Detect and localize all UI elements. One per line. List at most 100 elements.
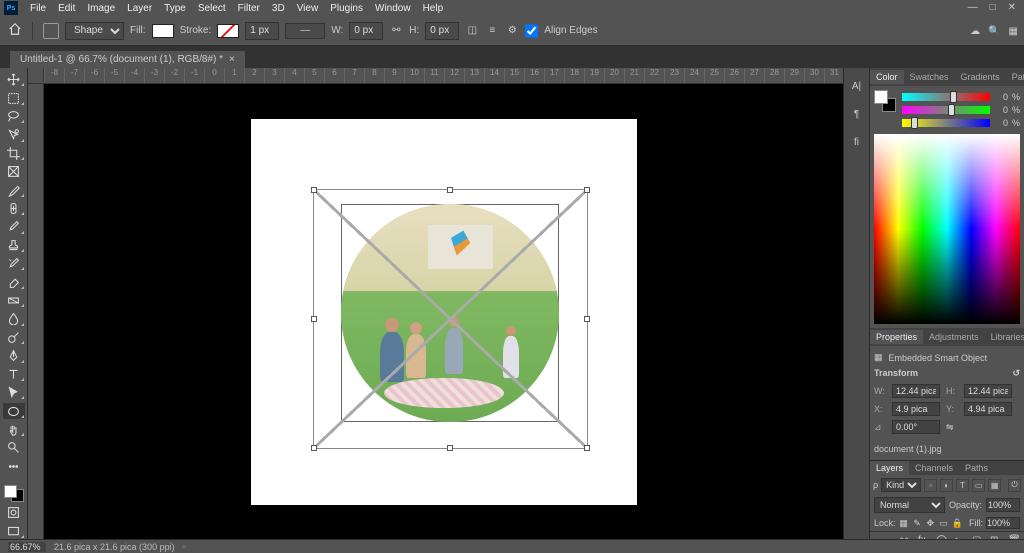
pen-tool[interactable] — [3, 348, 25, 363]
transform-handle-se[interactable] — [584, 445, 590, 451]
edit-toolbar-icon[interactable] — [3, 459, 25, 474]
vertical-ruler[interactable] — [28, 84, 44, 539]
marquee-tool[interactable] — [3, 90, 25, 105]
menu-filter[interactable]: Filter — [232, 3, 266, 14]
horizontal-ruler[interactable]: -8-7-6-5-4-3-2-1012345678910111213141516… — [44, 68, 843, 84]
stroke-type-select[interactable]: — — [285, 23, 325, 39]
selection-tool[interactable] — [3, 127, 25, 142]
transform-handle-n[interactable] — [447, 187, 453, 193]
filter-toggle[interactable]: ⏻ — [1008, 479, 1021, 492]
menu-edit[interactable]: Edit — [52, 3, 81, 14]
zoom-input[interactable] — [8, 542, 46, 552]
paragraph-panel-icon[interactable]: ¶ — [849, 106, 865, 122]
document-pasteboard[interactable] — [44, 84, 843, 539]
zoom-tool[interactable] — [3, 440, 25, 455]
tab-close-icon[interactable]: × — [229, 54, 235, 65]
stroke-width-input[interactable] — [245, 22, 279, 40]
history-brush-tool[interactable] — [3, 256, 25, 271]
menu-select[interactable]: Select — [192, 3, 232, 14]
lock-position-icon[interactable]: ✥ — [925, 517, 935, 529]
menu-view[interactable]: View — [291, 3, 325, 14]
hand-tool[interactable] — [3, 422, 25, 437]
menu-plugins[interactable]: Plugins — [324, 3, 369, 14]
glyphs-panel-icon[interactable]: fi — [849, 134, 865, 150]
filter-shape-icon[interactable]: ▭ — [972, 479, 985, 492]
align-edges-checkbox[interactable] — [525, 22, 538, 40]
crop-tool[interactable] — [3, 146, 25, 161]
gradient-tool[interactable] — [3, 293, 25, 308]
home-icon[interactable] — [8, 22, 22, 39]
menu-image[interactable]: Image — [81, 3, 121, 14]
foreground-background-swatch[interactable] — [4, 485, 24, 502]
lock-image-icon[interactable]: ✎ — [912, 517, 922, 529]
height-input[interactable] — [425, 22, 459, 40]
workspace-icon[interactable]: ▦ — [1009, 26, 1018, 37]
tab-layers[interactable]: Layers — [870, 461, 909, 475]
lock-transparency-icon[interactable]: ▦ — [899, 517, 909, 529]
path-ops-icon[interactable]: ◫ — [465, 24, 479, 38]
stroke-swatch[interactable] — [217, 24, 239, 38]
type-tool[interactable] — [3, 367, 25, 382]
transform-handle-nw[interactable] — [311, 187, 317, 193]
path-select-tool[interactable] — [3, 385, 25, 400]
menu-layer[interactable]: Layer — [121, 3, 158, 14]
fill-opacity-input[interactable] — [986, 517, 1020, 529]
menu-3d[interactable]: 3D — [266, 3, 291, 14]
transform-handle-ne[interactable] — [584, 187, 590, 193]
opacity-input[interactable] — [986, 498, 1020, 512]
tab-swatches[interactable]: Swatches — [904, 70, 955, 84]
menu-window[interactable]: Window — [369, 3, 417, 14]
filter-adjust-icon[interactable]: ◐ — [940, 479, 953, 492]
transform-handle-s[interactable] — [447, 445, 453, 451]
canvas[interactable] — [251, 119, 637, 505]
color-slider-0[interactable] — [902, 93, 990, 101]
healing-tool[interactable] — [3, 201, 25, 216]
reset-icon[interactable]: ↺ — [1012, 368, 1020, 379]
stamp-tool[interactable] — [3, 238, 25, 253]
width-input[interactable] — [349, 22, 383, 40]
transform-y-input[interactable] — [964, 402, 1012, 416]
shape-mode-select[interactable]: Shape — [65, 22, 124, 40]
panel-color-swatch[interactable] — [874, 90, 896, 112]
fill-swatch[interactable] — [152, 24, 174, 38]
color-slider-2[interactable] — [902, 119, 990, 127]
ruler-origin[interactable] — [28, 68, 44, 84]
move-tool[interactable] — [3, 72, 25, 87]
menu-type[interactable]: Type — [158, 3, 192, 14]
eraser-tool[interactable] — [3, 274, 25, 289]
filter-smart-icon[interactable]: ▦ — [988, 479, 1001, 492]
path-align-icon[interactable]: ≡ — [485, 24, 499, 38]
tab-gradients[interactable]: Gradients — [955, 70, 1006, 84]
brush-tool[interactable] — [3, 219, 25, 234]
window-close-icon[interactable]: ✕ — [1008, 2, 1016, 13]
filter-pixel-icon[interactable]: ▫ — [924, 479, 937, 492]
link-wh-icon[interactable]: ⚯ — [389, 24, 403, 38]
tab-paths[interactable]: Paths — [959, 461, 994, 475]
tab-properties[interactable]: Properties — [870, 330, 923, 344]
document-tab[interactable]: Untitled-1 @ 66.7% (document (1), RGB/8#… — [10, 50, 245, 68]
transform-box[interactable] — [313, 189, 588, 449]
tab-channels[interactable]: Channels — [909, 461, 959, 475]
screen-mode-icon[interactable] — [3, 523, 25, 538]
eyedropper-tool[interactable] — [3, 182, 25, 197]
quick-mask-icon[interactable] — [3, 505, 25, 520]
frame-tool[interactable] — [3, 164, 25, 179]
menu-help[interactable]: Help — [417, 3, 450, 14]
lasso-tool[interactable] — [3, 109, 25, 124]
color-spectrum[interactable] — [874, 134, 1020, 324]
transform-h-input[interactable] — [964, 384, 1012, 398]
search-icon[interactable]: 🔍 — [988, 26, 1000, 37]
transform-x-input[interactable] — [892, 402, 940, 416]
character-panel-icon[interactable]: A| — [849, 78, 865, 94]
tab-adjustments[interactable]: Adjustments — [923, 330, 985, 344]
dodge-tool[interactable] — [3, 330, 25, 345]
ellipse-tool[interactable] — [3, 403, 25, 418]
tool-preset-icon[interactable] — [43, 23, 59, 39]
window-maximize-icon[interactable]: □ — [990, 2, 996, 13]
doc-info[interactable]: 21.6 pica x 21.6 pica (300 ppi) — [54, 542, 175, 552]
blur-tool[interactable] — [3, 311, 25, 326]
path-options-icon[interactable]: ⚙ — [505, 24, 519, 38]
blend-mode-select[interactable]: Normal — [874, 497, 945, 513]
transform-angle-input[interactable] — [892, 420, 940, 434]
transform-w-input[interactable] — [892, 384, 940, 398]
